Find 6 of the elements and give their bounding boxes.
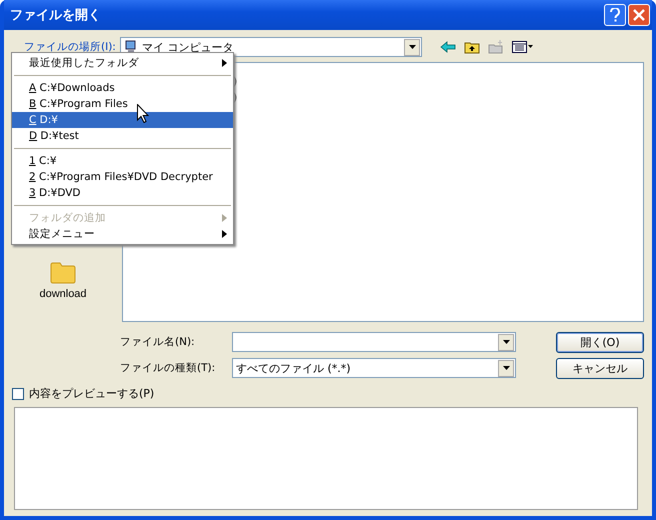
field-label: ファイル名(N): — [120, 335, 196, 349]
look-in-label: ファイルの場所(I): — [23, 40, 117, 54]
window-title: ファイルを開く — [10, 7, 102, 24]
preview-label: 内容をプレビューする(P) — [29, 386, 154, 401]
look-in-value: マイ コンピュータ — [142, 40, 234, 54]
field-label: ファイルの種類(T): — [120, 361, 216, 375]
